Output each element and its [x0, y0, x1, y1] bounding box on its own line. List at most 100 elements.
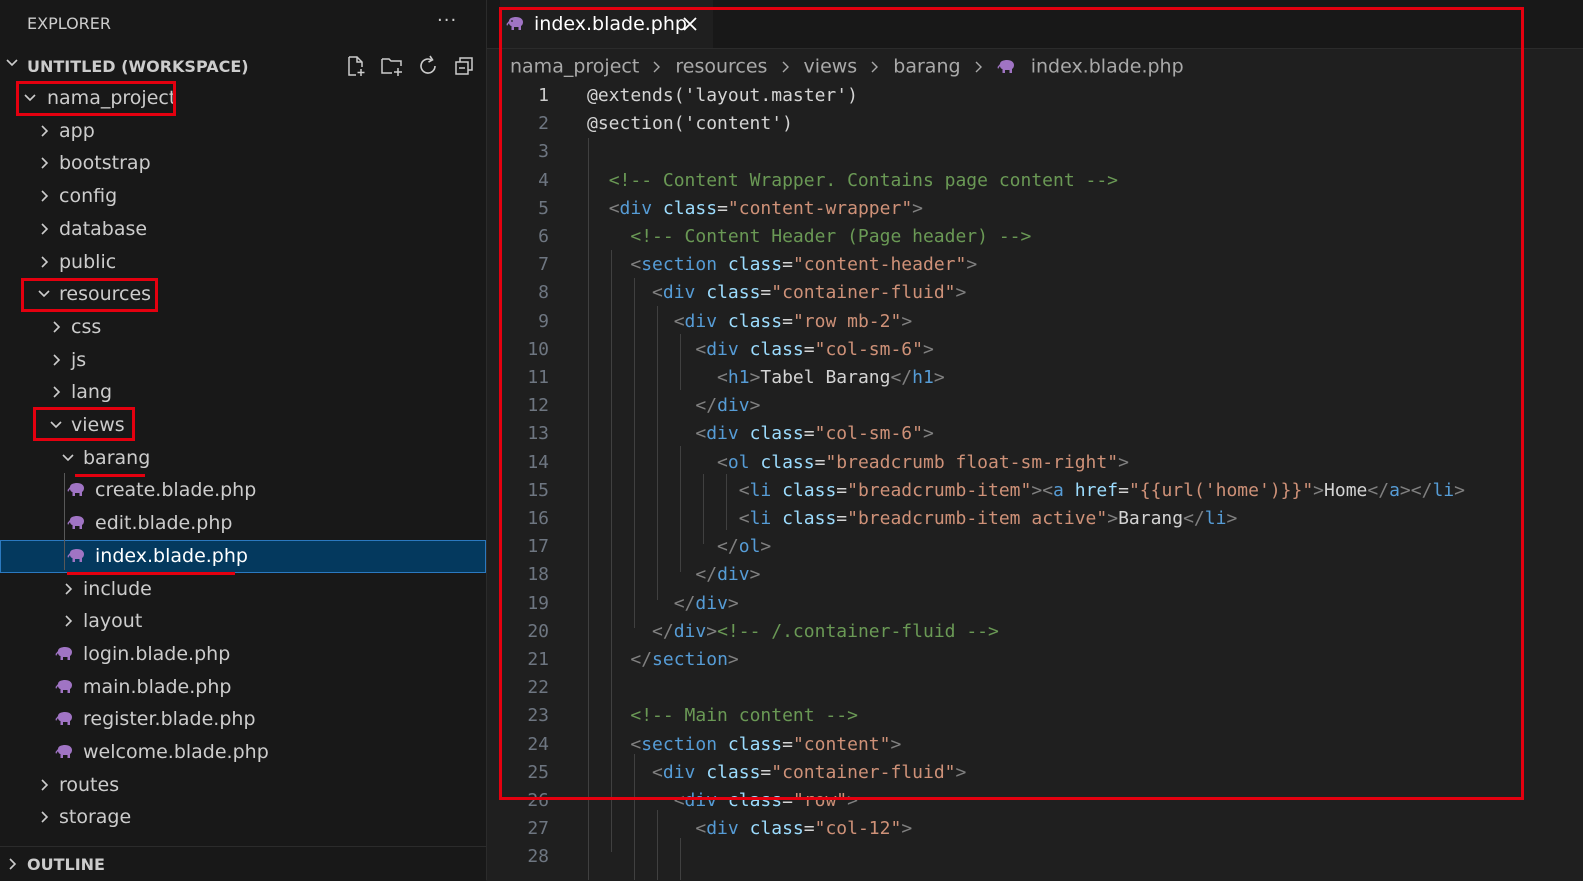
php-elephant-icon: [997, 59, 1014, 73]
code-line: 6 <!-- Content Header (Page header) -->: [487, 223, 1583, 251]
tree-file[interactable]: index.blade.php: [0, 539, 486, 573]
line-number: 4: [538, 169, 549, 191]
tree-item-label: include: [83, 577, 152, 600]
php-elephant-icon: [67, 516, 84, 530]
close-icon[interactable]: [681, 15, 699, 33]
code-line: 26 <div class="row">: [487, 787, 1583, 815]
tree-folder[interactable]: public: [0, 246, 486, 279]
tree-file[interactable]: edit.blade.php: [0, 507, 486, 540]
tree-item-label: main.blade.php: [83, 675, 232, 698]
annotation-box-views: [33, 407, 135, 441]
code-line: 2 @section('content'): [487, 110, 1583, 138]
breadcrumb-item[interactable]: views: [804, 56, 858, 78]
chevron-right-icon: [9, 858, 17, 870]
outline-label: OUTLINE: [27, 855, 105, 874]
breadcrumb-item[interactable]: index.blade.php: [1031, 56, 1184, 78]
tree-item-label: js: [71, 348, 87, 371]
php-elephant-icon: [67, 548, 84, 562]
new-file-icon[interactable]: [344, 54, 368, 78]
code-line: 1 @extends('layout.master'): [487, 82, 1583, 110]
code-line: 28: [487, 843, 1583, 871]
code-text: </div>: [695, 564, 761, 586]
line-number: 26: [527, 790, 549, 811]
php-elephant-icon: [55, 745, 72, 758]
breadcrumb-item[interactable]: nama_project: [510, 56, 639, 78]
line-number: 15: [527, 479, 549, 501]
outline-section-header[interactable]: OUTLINE: [0, 846, 486, 881]
tree-item-label: css: [71, 315, 102, 338]
tree-folder[interactable]: layout: [0, 605, 486, 638]
code-text: </section>: [630, 649, 739, 670]
tree-file[interactable]: welcome.blade.php: [0, 736, 486, 769]
breadcrumb-item[interactable]: barang: [893, 56, 960, 78]
line-number: 27: [527, 818, 549, 840]
code-line: 7 <section class="content-header">: [487, 251, 1583, 279]
more-actions-icon[interactable]: ···: [437, 10, 457, 31]
line-number: 9: [538, 310, 549, 332]
collapse-all-icon[interactable]: [452, 54, 476, 78]
php-elephant-icon: [506, 17, 523, 30]
code-text: <div class="row mb-2">: [673, 310, 913, 332]
tab-bar: index.blade.php: [487, 0, 1583, 49]
tree-item-label: config: [59, 185, 118, 208]
code-line: 11 <h1>Tabel Barang</h1>: [487, 364, 1583, 392]
tree-folder[interactable]: js: [0, 344, 486, 377]
tab-label: index.blade.php: [534, 13, 687, 35]
line-number: 13: [527, 423, 549, 445]
code-text: <div class="container-fluid">: [652, 761, 967, 783]
tree-item-label: routes: [59, 773, 120, 796]
code-editor[interactable]: 1 @extends('layout.master') 2 @section('con…: [487, 82, 1583, 880]
indent-guide: [64, 473, 65, 570]
tree-file[interactable]: register.blade.php: [0, 703, 486, 736]
tree-folder[interactable]: css: [0, 311, 486, 344]
code-text: <!-- Content Header (Page header) -->: [630, 226, 1032, 247]
code-line: 20 </div><!-- /.container-fluid -->: [487, 618, 1583, 646]
chevron-right-icon: [41, 125, 49, 137]
code-line: 23 <!-- Main content -->: [487, 702, 1583, 730]
tree-folder[interactable]: routes: [0, 769, 486, 802]
tree-folder[interactable]: lang: [0, 376, 486, 409]
tree-item-label: lang: [71, 381, 113, 404]
code-text: <!-- Main content -->: [630, 705, 858, 727]
line-number: 23: [527, 705, 549, 727]
code-line: 18 </div>: [487, 561, 1583, 589]
tree-file[interactable]: login.blade.php: [0, 638, 486, 671]
refresh-icon[interactable]: [416, 54, 440, 78]
tree-file[interactable]: create.blade.php: [0, 474, 486, 507]
line-number: 22: [527, 677, 549, 699]
line-number: 16: [527, 508, 549, 529]
tree-folder[interactable]: database: [0, 213, 486, 246]
code-text: <section class="content">: [630, 733, 902, 755]
code-line: 4 <!-- Content Wrapper. Contains page co…: [487, 167, 1583, 195]
new-folder-icon[interactable]: [380, 54, 404, 78]
tree-folder[interactable]: bootstrap: [0, 147, 486, 180]
code-text: <h1>Tabel Barang</h1>: [717, 367, 945, 388]
code-text: <section class="content-header">: [630, 254, 978, 276]
code-line: 5 <div class="content-wrapper">: [487, 195, 1583, 223]
chevron-right-icon: [41, 811, 49, 823]
tree-item-label: database: [59, 217, 148, 240]
workspace-header[interactable]: UNTITLED (WORKSPACE): [0, 54, 486, 80]
code-text: </div>: [673, 592, 739, 614]
editor-area: index.blade.php nama_project resources v…: [487, 0, 1583, 880]
tree-folder[interactable]: config: [0, 180, 486, 213]
tree-folder[interactable]: barang: [0, 442, 486, 475]
tree-folder[interactable]: storage: [0, 801, 486, 834]
tab-index-blade[interactable]: index.blade.php: [500, 0, 713, 48]
tree-item-label: edit.blade.php: [95, 512, 233, 535]
php-elephant-icon: [55, 679, 72, 693]
tree-file[interactable]: main.blade.php: [0, 671, 486, 704]
php-elephant-icon: [67, 483, 84, 497]
chevron-right-icon: [41, 779, 49, 791]
line-number: 17: [527, 536, 549, 558]
annotation-underline-index: [67, 572, 235, 575]
code-text: </div>: [695, 395, 761, 417]
breadcrumb-item[interactable]: resources: [675, 56, 767, 78]
chevron-right-icon: [782, 61, 789, 72]
annotation-box-resources: [21, 278, 158, 312]
tree-item-label: login.blade.php: [83, 642, 231, 665]
line-number: 3: [538, 141, 549, 163]
tree-folder[interactable]: app: [0, 115, 486, 148]
tree-folder[interactable]: include: [0, 573, 486, 606]
code-text: <div class="container-fluid">: [652, 282, 967, 304]
